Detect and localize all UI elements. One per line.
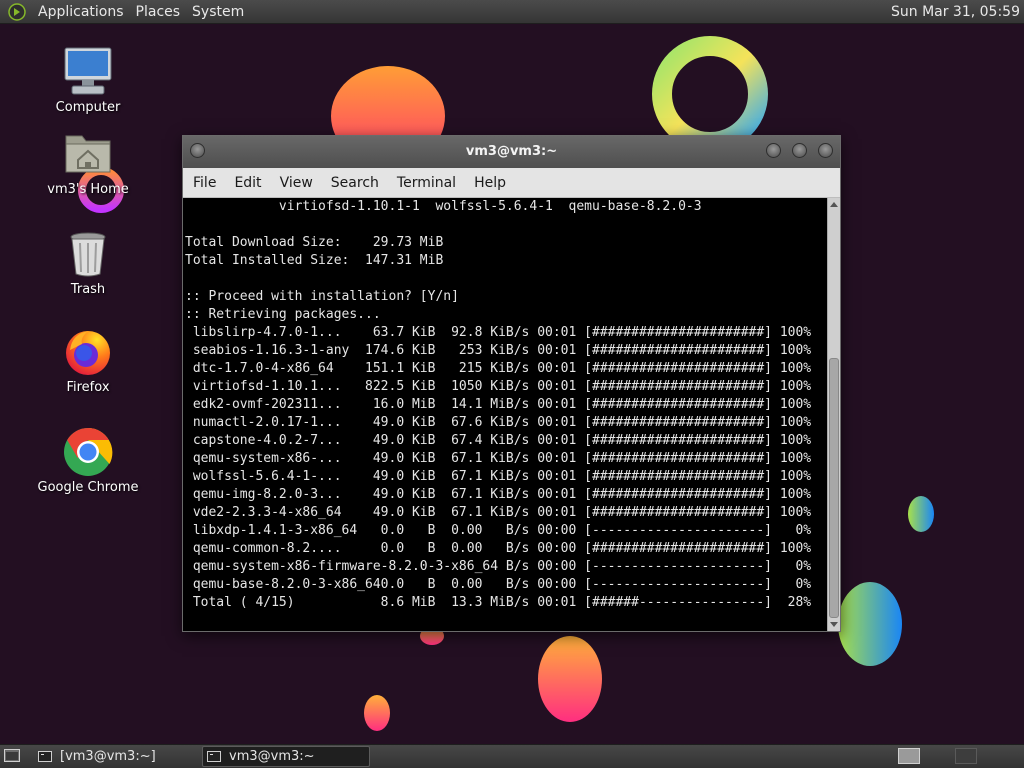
desktop-icon-label: Trash <box>70 282 106 297</box>
scrollbar-thumb[interactable] <box>829 358 839 618</box>
terminal-line: virtiofsd-1.10.1-1 wolfssl-5.6.4-1 qemu-… <box>185 199 702 214</box>
terminal-output[interactable]: virtiofsd-1.10.1-1 wolfssl-5.6.4-1 qemu-… <box>183 198 827 631</box>
desktop-icon-label: vm3's Home <box>47 182 129 197</box>
terminal-line: Total Download Size: 29.73 MiB <box>185 235 444 250</box>
scroll-down-arrow-icon[interactable] <box>830 622 838 627</box>
desktop-icon-label: Firefox <box>66 380 110 395</box>
workspace-1-button[interactable] <box>898 748 920 764</box>
scroll-up-arrow-icon[interactable] <box>830 202 838 207</box>
terminal-line: Total ( 4/15) 8.6 MiB 13.3 MiB/s 00:01 [… <box>185 595 812 610</box>
terminal-line: libxdp-1.4.1-3-x86_64 0.0 B 0.00 B/s 00:… <box>185 523 812 538</box>
top-panel: Applications Places System Sun Mar 31, 0… <box>0 0 1024 24</box>
terminal-line: qemu-system-x86-... 49.0 KiB 67.1 KiB/s … <box>185 451 812 466</box>
title-bar[interactable]: vm3@vm3:~ <box>183 136 840 168</box>
menu-view[interactable]: View <box>271 175 322 191</box>
workspace-2-button[interactable] <box>955 748 977 764</box>
show-desktop-icon[interactable] <box>4 748 20 763</box>
applications-menu[interactable]: Applications <box>32 4 130 20</box>
terminal-window[interactable]: vm3@vm3:~ File Edit View Search Terminal… <box>182 135 841 632</box>
taskbar-item-terminal-minimized[interactable]: [vm3@vm3:~] <box>34 746 198 767</box>
terminal-line: wolfssl-5.6.4-1-... 49.0 KiB 67.1 KiB/s … <box>185 469 812 484</box>
terminal-icon <box>38 751 52 762</box>
terminal-line: libslirp-4.7.0-1... 63.7 KiB 92.8 KiB/s … <box>185 325 812 340</box>
close-button[interactable] <box>818 143 833 158</box>
menu-search[interactable]: Search <box>322 175 388 191</box>
terminal-icon <box>207 751 221 762</box>
desktop-icon-label: Google Chrome <box>37 480 139 495</box>
terminal-line: capstone-4.0.2-7... 49.0 KiB 67.4 KiB/s … <box>185 433 812 448</box>
mate-logo-icon[interactable] <box>8 2 26 21</box>
desktop-icon-firefox[interactable]: Firefox <box>33 326 143 395</box>
desktop-icon-home[interactable]: vm3's Home <box>33 128 143 197</box>
terminal-line: dtc-1.7.0-4-x86_64 151.1 KiB 215 KiB/s 0… <box>185 361 812 376</box>
minimize-button[interactable] <box>766 143 781 158</box>
home-folder-icon <box>62 128 114 180</box>
terminal-line: virtiofsd-1.10.1... 822.5 KiB 1050 KiB/s… <box>185 379 812 394</box>
terminal-line: seabios-1.16.3-1-any 174.6 KiB 253 KiB/s… <box>185 343 812 358</box>
firefox-icon <box>62 326 114 378</box>
trash-icon <box>62 228 114 280</box>
terminal-line: qemu-common-8.2.... 0.0 B 0.00 B/s 00:00… <box>185 541 812 556</box>
desktop-icon-computer[interactable]: Computer <box>33 46 143 115</box>
terminal-line: numactl-2.0.17-1... 49.0 KiB 67.6 KiB/s … <box>185 415 812 430</box>
menu-bar: File Edit View Search Terminal Help <box>183 168 840 198</box>
maximize-button[interactable] <box>792 143 807 158</box>
desktop-icon-trash[interactable]: Trash <box>33 228 143 297</box>
menu-help[interactable]: Help <box>465 175 515 191</box>
terminal-line: qemu-system-x86-firmware-8.2.0-3-x86_64 … <box>185 559 812 574</box>
system-menu[interactable]: System <box>186 4 250 20</box>
terminal-text: virtiofsd-1.10.1-1 wolfssl-5.6.4-1 qemu-… <box>183 198 827 612</box>
terminal-line: edk2-ovmf-202311... 16.0 MiB 14.1 MiB/s … <box>185 397 812 412</box>
computer-icon <box>62 46 114 98</box>
terminal-line: Total Installed Size: 147.31 MiB <box>185 253 444 268</box>
places-menu[interactable]: Places <box>130 4 187 20</box>
terminal-line: qemu-img-8.2.0-3... 49.0 KiB 67.1 KiB/s … <box>185 487 812 502</box>
desktop-icon-chrome[interactable]: Google Chrome <box>33 426 143 495</box>
menu-file[interactable]: File <box>183 175 225 191</box>
terminal-line: vde2-2.3.3-4-x86_64 49.0 KiB 67.1 KiB/s … <box>185 505 812 520</box>
desktop-icon-label: Computer <box>55 100 121 115</box>
terminal-line: qemu-base-8.2.0-3-x86_640.0 B 0.00 B/s 0… <box>185 577 812 592</box>
chrome-icon <box>62 426 114 478</box>
menu-edit[interactable]: Edit <box>225 175 270 191</box>
taskbar-item-terminal-active[interactable]: vm3@vm3:~ <box>202 746 370 767</box>
menu-terminal[interactable]: Terminal <box>388 175 465 191</box>
terminal-scrollbar[interactable] <box>827 198 840 631</box>
window-title: vm3@vm3:~ <box>465 144 558 159</box>
taskbar-item-label: [vm3@vm3:~] <box>60 749 156 764</box>
terminal-line: :: Proceed with installation? [Y/n] <box>185 289 459 304</box>
clock[interactable]: Sun Mar 31, 05:59 <box>891 4 1020 20</box>
taskbar-item-label: vm3@vm3:~ <box>229 749 315 764</box>
terminal-line: :: Retrieving packages... <box>185 307 381 322</box>
bottom-panel: [vm3@vm3:~] vm3@vm3:~ <box>0 744 1024 768</box>
